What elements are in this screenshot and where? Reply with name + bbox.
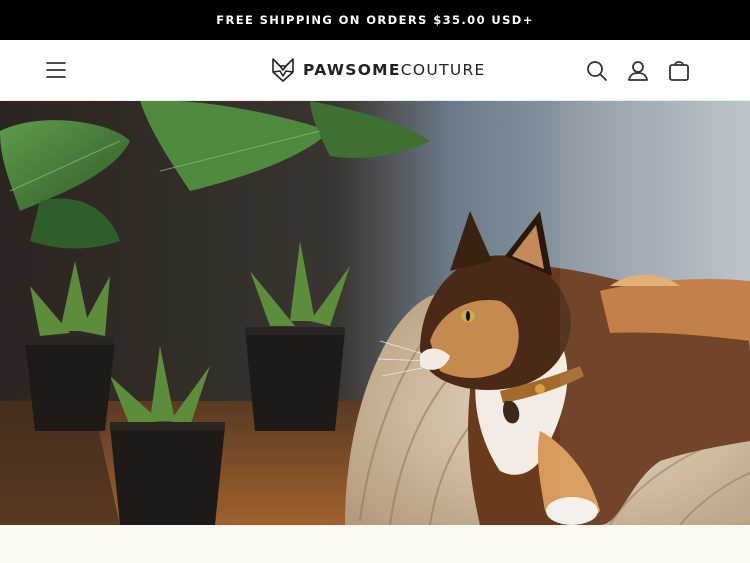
search-button[interactable]	[584, 58, 610, 84]
page-content-start	[0, 525, 750, 563]
brand-logo[interactable]: PAWSOMECOUTURE	[270, 56, 486, 84]
site-header: PAWSOMECOUTURE	[0, 40, 750, 101]
fox-logo-icon	[272, 58, 294, 82]
brand-name: PAWSOMECOUTURE	[303, 61, 486, 79]
menu-button[interactable]	[40, 58, 72, 82]
account-button[interactable]	[625, 58, 651, 84]
brand-name-light: COUTURE	[400, 61, 486, 79]
account-icon	[628, 61, 648, 81]
hero-banner[interactable]	[0, 101, 750, 525]
menu-icon	[46, 62, 66, 78]
cart-icon	[669, 61, 689, 81]
search-icon	[587, 61, 607, 81]
hero-image-cat-with-plants	[0, 101, 750, 525]
cart-button[interactable]	[666, 58, 692, 84]
announcement-bar: FREE SHIPPING ON ORDERS $35.00 USD+	[0, 0, 750, 40]
announcement-text: FREE SHIPPING ON ORDERS $35.00 USD+	[216, 13, 534, 27]
brand-name-bold: PAWSOME	[303, 61, 401, 79]
